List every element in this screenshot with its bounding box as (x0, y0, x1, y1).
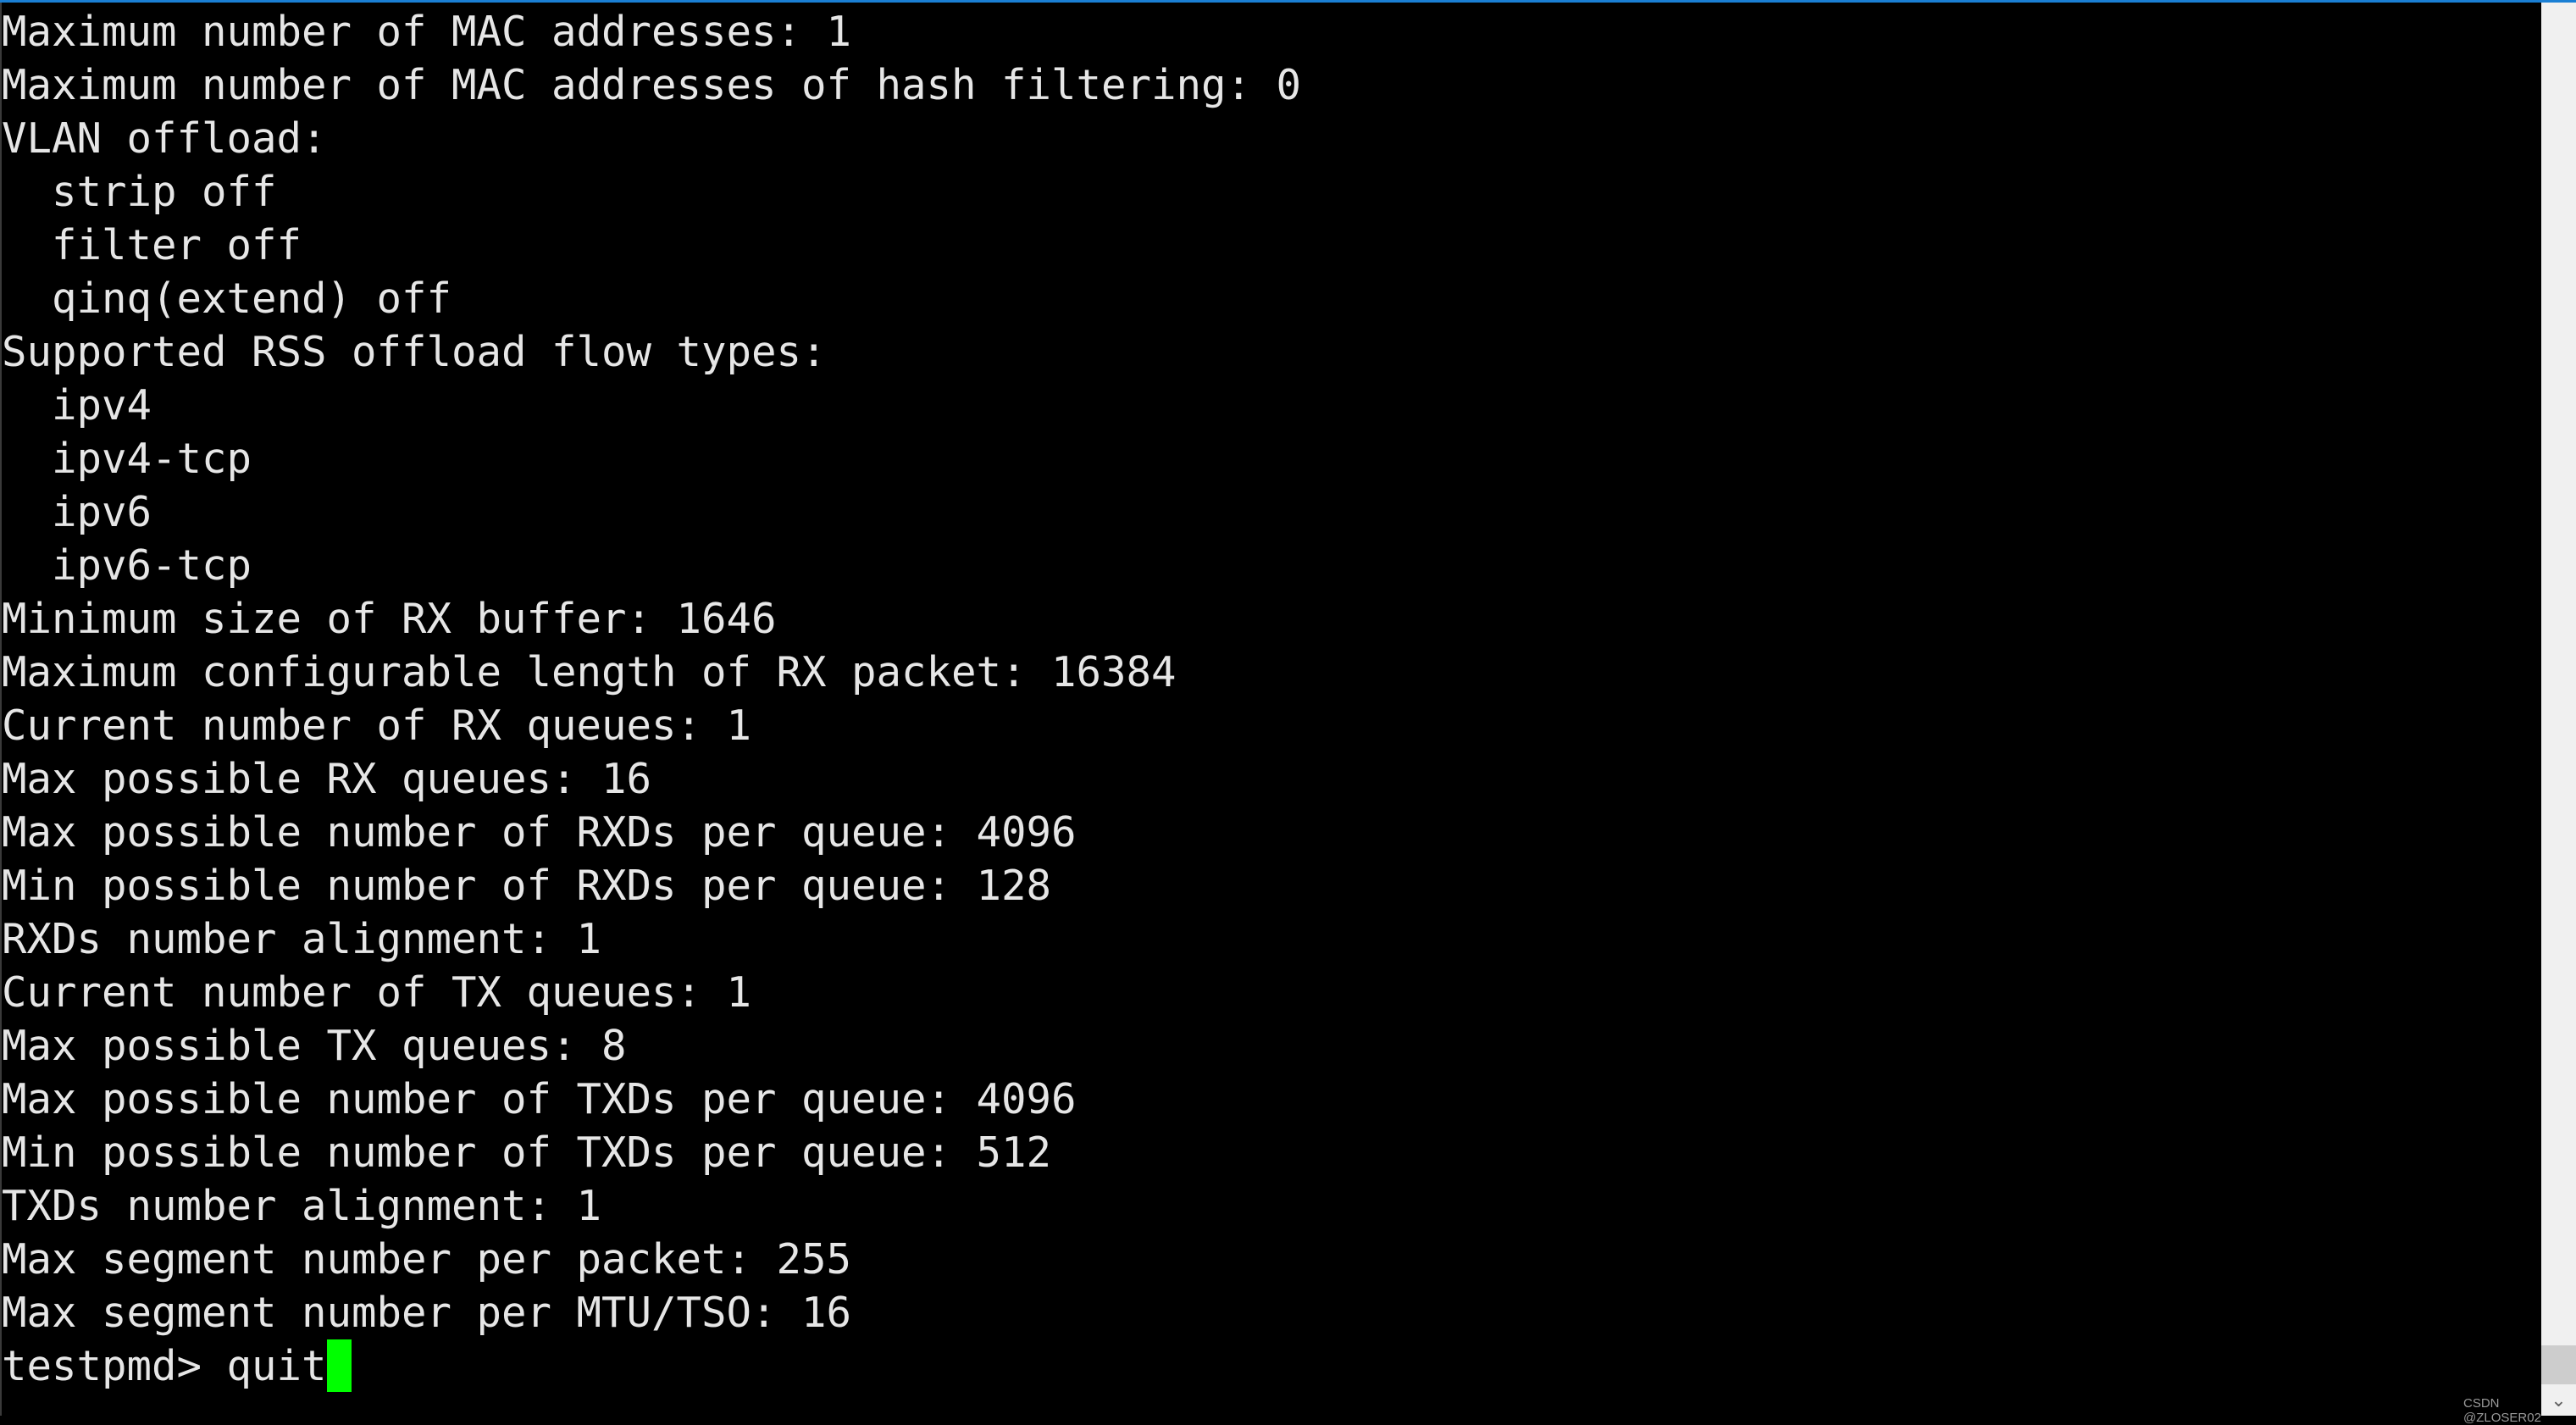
terminal-line: Current number of TX queues: 1 (2, 968, 752, 1017)
terminal-line: strip off (2, 168, 277, 216)
terminal-line: Maximum configurable length of RX packet… (2, 648, 1177, 696)
scrollbar-thumb[interactable] (2541, 1345, 2576, 1384)
terminal-line: Minimum size of RX buffer: 1646 (2, 595, 777, 643)
terminal-line: RXDs number alignment: 1 (2, 915, 602, 963)
terminal-line: Maximum number of MAC addresses: 1 (2, 8, 852, 56)
terminal-line: ipv4-tcp (2, 435, 252, 483)
terminal-line: Max segment number per packet: 255 (2, 1235, 852, 1284)
window-top-border (0, 0, 2576, 3)
terminal-line: ipv6 (2, 488, 152, 536)
terminal-line: Max possible number of TXDs per queue: 4… (2, 1075, 1077, 1123)
text-cursor (326, 1339, 352, 1392)
prompt: testpmd> (2, 1342, 227, 1390)
terminal-line: filter off (2, 221, 302, 269)
terminal-line: ipv4 (2, 381, 152, 430)
terminal-line: VLAN offload: (2, 114, 327, 163)
terminal-line: Max segment number per MTU/TSO: 16 (2, 1289, 852, 1337)
terminal-line: Min possible number of RXDs per queue: 1… (2, 862, 1052, 910)
terminal-line: Supported RSS offload flow types: (2, 328, 827, 376)
terminal-output[interactable]: Maximum number of MAC addresses: 1 Maximu… (2, 5, 2540, 1416)
command-input[interactable]: quit (227, 1342, 327, 1390)
terminal-line: Max possible number of RXDs per queue: 4… (2, 808, 1077, 857)
vertical-scrollbar[interactable]: ⌄ (2541, 3, 2576, 1416)
terminal-line: Max possible TX queues: 8 (2, 1022, 627, 1070)
terminal-line: qinq(extend) off (2, 274, 452, 323)
terminal-line: Max possible RX queues: 16 (2, 755, 652, 803)
watermark: CSDN @ZLOSER02 (2463, 1396, 2541, 1425)
terminal-line: Min possible number of TXDs per queue: 5… (2, 1128, 1052, 1177)
terminal-line: Current number of RX queues: 1 (2, 701, 752, 750)
terminal-line: Maximum number of MAC addresses of hash … (2, 61, 1302, 109)
prompt-line[interactable]: testpmd> quit (2, 1339, 2540, 1393)
terminal-line: TXDs number alignment: 1 (2, 1182, 602, 1230)
terminal-line: ipv6-tcp (2, 541, 252, 590)
